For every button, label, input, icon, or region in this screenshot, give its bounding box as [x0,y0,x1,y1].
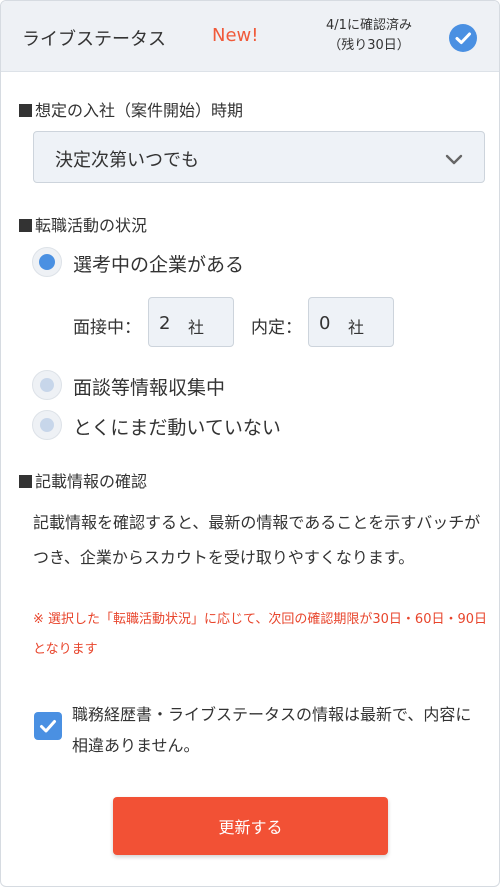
offer-count-unit: 社 [348,318,365,337]
panel-title: ライブステータス [22,29,166,50]
agreement-checkbox[interactable] [34,712,62,740]
remaining-days: （残り30日） [328,38,410,53]
join-period-select[interactable]: 決定次第いつでも [33,131,485,183]
square-bullet-icon [19,475,32,488]
activity-title: 転職活動の状況 [35,216,148,235]
new-badge: New! [212,25,259,46]
interview-count-value: 2 [159,313,171,334]
confirm-description: 記載情報を確認すると、最新の情報であることを示すバッチがつき、企業からスカウトを… [33,513,481,567]
square-bullet-icon [19,219,32,232]
offer-count-field[interactable]: 0 社 [308,297,394,347]
join-period-title: 想定の入社（案件開始）時期 [35,101,244,120]
confirm-title: 記載情報の確認 [35,472,148,491]
join-period-heading: 想定の入社（案件開始）時期 [19,97,243,121]
check-circle-icon [449,24,477,52]
radio-label: 面談等情報収集中 [73,377,226,399]
confirm-heading: 記載情報の確認 [19,468,147,492]
interview-count-field[interactable]: 2 社 [148,297,234,347]
join-period-value: 決定次第いつでも [55,150,199,171]
radio-unselected-icon[interactable] [32,410,62,440]
confirmed-date: 4/1に確認済み [326,18,412,33]
interview-count-unit: 社 [188,318,205,337]
chevron-down-icon [445,151,463,170]
live-status-panel: ライブステータス New! 4/1に確認済み （残り30日） 想定の入社（案件開… [0,0,500,887]
panel-header: ライブステータス New! 4/1に確認済み （残り30日） [1,1,499,72]
update-button[interactable]: 更新する [113,797,388,855]
radio-selected-icon[interactable] [32,247,62,277]
interview-label: 面接中： [73,318,141,338]
radio-unselected-icon[interactable] [32,370,62,400]
activity-heading: 転職活動の状況 [19,212,147,236]
offer-count-value: 0 [319,313,331,334]
deadline-note: ※ 選択した「転職活動状況」に応じて、次回の確認期限が30日・60日・90日とな… [33,612,488,657]
radio-label: とくにまだ動いていない [73,417,281,439]
offer-label: 内定： [251,318,302,338]
confirmation-status: 4/1に確認済み （残り30日） [301,16,437,56]
radio-label: 選考中の企業がある [73,254,245,276]
square-bullet-icon [19,104,32,117]
agreement-label[interactable]: 職務経歴書・ライブステータスの情報は最新で、内容に相違ありません。 [72,699,472,761]
